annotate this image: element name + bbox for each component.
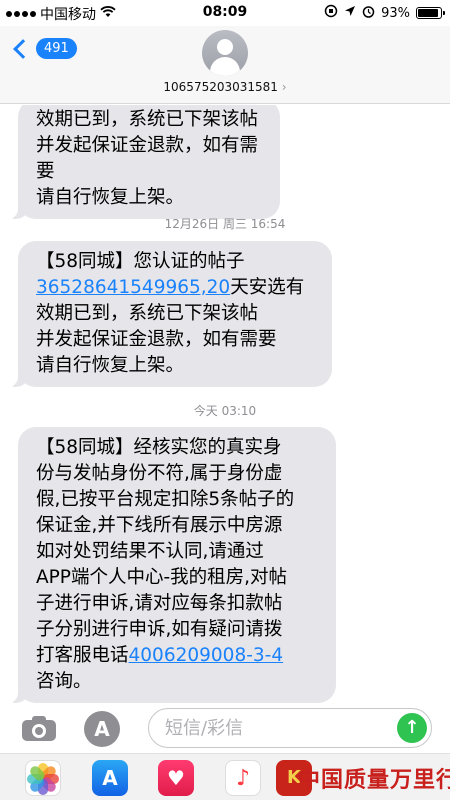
message-line: 请自行恢复上架。 <box>36 355 185 376</box>
timestamp-1: 12月26日 周三 16:54 <box>164 217 286 231</box>
contact-avatar[interactable] <box>202 30 248 76</box>
message-bubble-1[interactable]: 效期已到，系统已下架该帖 并发起保证金退款，如有需要 请自行恢复上架。 <box>8 105 280 219</box>
message-line: 并发起保证金退款，如有需要 <box>36 135 259 182</box>
chevron-right-icon: › <box>281 80 287 94</box>
send-button[interactable]: ↑ <box>397 713 427 743</box>
contact-number: 106575203031581 <box>163 80 278 94</box>
message-line: 【58同城】经核实您的真实身 <box>36 437 282 458</box>
composer-bar: A ↑ <box>0 703 450 753</box>
alarm-icon <box>362 5 375 22</box>
message-line: 效期已到，系统已下架该帖 <box>36 303 259 324</box>
post-id-link[interactable]: 36528641549965,20 <box>36 277 230 298</box>
conversation-header: 491 106575203031581 › <box>0 26 450 104</box>
message-bubble-2[interactable]: 【58同城】您认证的帖子 36528641549965,20天安选有 效期已到，… <box>8 241 332 387</box>
contact-name-button[interactable]: 106575203031581 › <box>0 80 450 94</box>
phone-number-link[interactable]: 4006209008-3-4 <box>129 645 284 666</box>
message-line: 打客服电话4006209008-3-4 <box>36 645 284 666</box>
watermark-logo: 中国质量万里行 <box>298 767 450 793</box>
message-bubble-3[interactable]: 【58同城】经核实您的真实身 份与发帖身份不符,属于身份虚 假,已按平台规定扣除… <box>8 427 336 703</box>
message-line: 效期已到，系统已下架该帖 <box>36 109 259 130</box>
battery-fill <box>418 9 438 17</box>
message-line: 咨询。 <box>36 671 92 692</box>
message-line: 请自行恢复上架。 <box>36 187 185 208</box>
battery-percent: 93% <box>381 5 410 21</box>
camera-button[interactable] <box>22 714 56 741</box>
timestamp-2: 今天 03:10 <box>193 404 257 418</box>
message-input[interactable] <box>165 717 385 739</box>
app-store-icon[interactable]: A <box>92 760 128 796</box>
message-thread[interactable]: 效期已到，系统已下架该帖 并发起保证金退款，如有需要 请自行恢复上架。 12月2… <box>0 105 450 703</box>
photos-app-icon[interactable] <box>25 760 61 796</box>
music-app-icon[interactable]: ♪ <box>225 760 261 796</box>
message-line: 【58同城】您认证的帖子 <box>36 251 245 272</box>
app-drawer: A ♥ ♪ K 中国质量万里行 <box>0 753 450 800</box>
message-line: 子进行申诉,请对应每条扣款帖 <box>36 593 283 614</box>
unread-count-badge: 491 <box>36 38 77 59</box>
message-line: 如对处罚结果不认同,请通过 <box>36 541 264 562</box>
app-store-button[interactable]: A <box>84 711 120 747</box>
chevron-left-icon <box>13 38 33 59</box>
message-line: 并发起保证金退款，如有需要 <box>36 329 277 350</box>
message-field[interactable]: ↑ <box>148 708 432 748</box>
digital-touch-icon[interactable]: ♥ <box>158 760 194 796</box>
status-bar: 中国移动 08:09 93% <box>0 0 450 26</box>
message-line: 份与发帖身份不符,属于身份虚 <box>36 463 283 484</box>
battery-icon <box>416 7 445 19</box>
message-line: APP端个人中心-我的租房,对帖 <box>36 567 288 588</box>
message-line: 保证金,并下线所有展示中房源 <box>36 515 283 536</box>
back-button[interactable]: 491 <box>12 38 77 59</box>
location-icon <box>344 5 356 21</box>
status-indicators: 93% <box>324 4 445 22</box>
message-line: 假,已按平台规定扣除5条帖子的 <box>36 489 295 510</box>
message-line: 子分别进行申诉,如有疑问请拨 <box>36 619 283 640</box>
message-line: 36528641549965,20天安选有 <box>36 277 305 298</box>
orientation-lock-icon <box>324 4 338 22</box>
